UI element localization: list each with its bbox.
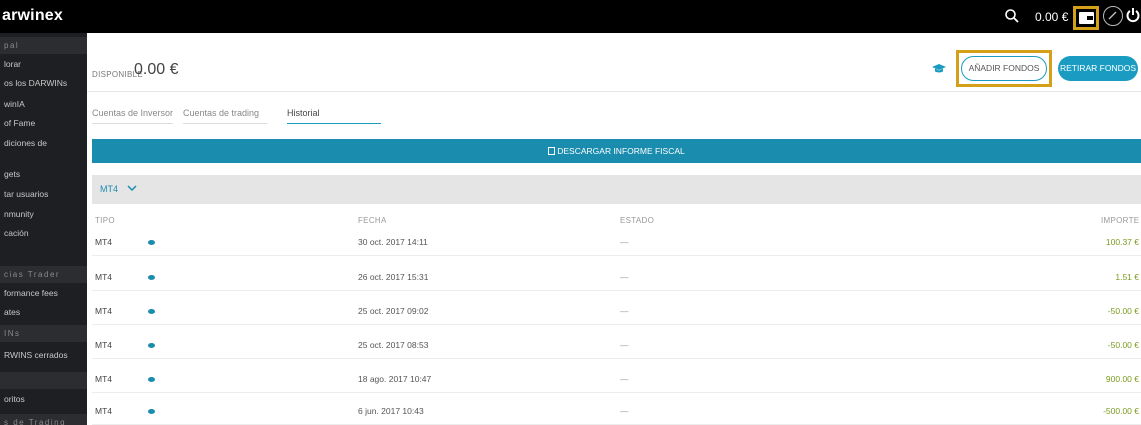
table-row: MT4 26 oct. 2017 15:31 — 1.51 € [92, 263, 1141, 291]
row-fecha: 26 oct. 2017 15:31 [358, 272, 429, 282]
sidebar-item-darwinia[interactable]: winIA [0, 97, 87, 112]
row-estado: — [620, 374, 629, 384]
eye-icon[interactable] [148, 275, 155, 280]
download-fiscal-report-label: DESCARGAR INFORME FISCAL [557, 146, 685, 156]
eye-icon[interactable] [148, 343, 155, 348]
power-icon[interactable] [1126, 7, 1140, 23]
sidebar-item-widgets[interactable]: gets [0, 167, 87, 182]
sidebar-item-invitar-usuarios[interactable]: tar usuarios [0, 187, 87, 202]
chevron-down-icon [127, 185, 137, 192]
row-estado: — [620, 340, 629, 350]
sidebar-section-favoritos [0, 372, 87, 389]
row-estado: — [620, 237, 629, 247]
sidebar-item-favoritos[interactable]: oritos [0, 392, 87, 407]
row-tipo: MT4 [95, 374, 112, 384]
row-tipo: MT4 [95, 237, 112, 247]
eye-icon[interactable] [148, 377, 155, 382]
sidebar-section-cuentas-trading: s de Trading [0, 414, 87, 425]
table-row: MT4 6 jun. 2017 10:43 — -500.00 € [92, 397, 1141, 425]
column-header-tipo: TIPO [95, 216, 115, 225]
row-tipo: MT4 [95, 306, 112, 316]
row-importe: -50.00 € [1107, 340, 1139, 350]
graduation-cap-icon[interactable] [932, 64, 946, 74]
row-estado: — [620, 306, 629, 316]
eye-icon[interactable] [148, 309, 155, 314]
account-selector[interactable]: MT4 [92, 175, 1141, 204]
row-estado: — [620, 406, 629, 416]
sidebar-item-darwins-cerrados[interactable]: RWINS cerrados [0, 348, 87, 363]
add-funds-button[interactable]: AÑADIR FONDOS [961, 56, 1047, 81]
top-balance: 0.00 € [1035, 10, 1069, 24]
header-divider [87, 91, 1141, 92]
row-importe: -50.00 € [1107, 306, 1139, 316]
download-fiscal-report-button[interactable]: DESCARGAR INFORME FISCAL [92, 139, 1141, 163]
top-bar: arwinex 0.00 € [0, 0, 1141, 33]
main-content: DISPONIBLE 0.00 € AÑADIR FONDOS RETIRAR … [87, 33, 1141, 425]
row-importe: 1.51 € [1115, 272, 1139, 282]
tab-cuentas-trading[interactable]: Cuentas de trading [183, 108, 267, 124]
wallet-button[interactable] [1073, 6, 1099, 30]
sidebar-item-rebates[interactable]: ates [0, 305, 87, 320]
sidebar-item-hall-of-fame[interactable]: of Fame [0, 116, 87, 131]
eye-icon[interactable] [148, 409, 155, 414]
tab-historial[interactable]: Historial [287, 108, 381, 124]
account-selector-label: MT4 [100, 184, 118, 194]
row-fecha: 18 ago. 2017 10:47 [358, 374, 432, 384]
table-row: MT4 25 oct. 2017 08:53 — -50.00 € [92, 331, 1141, 359]
row-estado: — [620, 272, 629, 282]
sidebar-section-principal: pal [0, 37, 87, 54]
sidebar-item-explorar[interactable]: lorar [0, 57, 87, 72]
sidebar-item-community[interactable]: nmunity [0, 207, 87, 222]
row-tipo: MT4 [95, 272, 112, 282]
eye-icon[interactable] [148, 240, 155, 245]
row-tipo: MT4 [95, 406, 112, 416]
column-header-estado: ESTADO [620, 216, 655, 225]
table-row: MT4 30 oct. 2017 14:11 — 100.37 € [92, 228, 1141, 256]
sidebar: pal lorar os los DARWINs winIA of Fame d… [0, 33, 87, 425]
sidebar-section-darwins: INs [0, 325, 87, 342]
withdraw-funds-button[interactable]: RETIRAR FONDOS [1058, 56, 1138, 81]
row-fecha: 25 oct. 2017 09:02 [358, 306, 429, 316]
gauge-icon[interactable] [1103, 6, 1123, 26]
table-row: MT4 25 oct. 2017 09:02 — -50.00 € [92, 297, 1141, 325]
row-fecha: 25 oct. 2017 08:53 [358, 340, 429, 350]
wallet-icon [1079, 12, 1094, 24]
row-tipo: MT4 [95, 340, 112, 350]
sidebar-item-educacion[interactable]: cación [0, 226, 87, 241]
sidebar-item-condiciones[interactable]: diciones de [0, 136, 87, 151]
column-header-importe: IMPORTE [1101, 216, 1140, 225]
row-importe: 900.00 € [1105, 374, 1139, 384]
table-row: MT4 18 ago. 2017 10:47 — 900.00 € [92, 365, 1141, 393]
sidebar-section-trader: cias Trader [0, 266, 87, 283]
sidebar-item-performance-fees[interactable]: formance fees [0, 286, 87, 301]
search-icon[interactable] [1004, 8, 1020, 24]
sidebar-item-todos-darwins[interactable]: os los DARWINs [0, 76, 87, 91]
row-importe: -500.00 € [1103, 406, 1139, 416]
document-icon [548, 147, 556, 155]
disponible-value: 0.00 € [134, 61, 179, 78]
tab-cuentas-inversor[interactable]: Cuentas de Inversor [92, 108, 173, 124]
row-fecha: 30 oct. 2017 14:11 [358, 237, 428, 247]
row-fecha: 6 jun. 2017 10:43 [358, 406, 424, 416]
row-importe: 100.37 € [1105, 237, 1139, 247]
app-logo[interactable]: arwinex [2, 7, 63, 25]
column-header-fecha: FECHA [358, 216, 387, 225]
